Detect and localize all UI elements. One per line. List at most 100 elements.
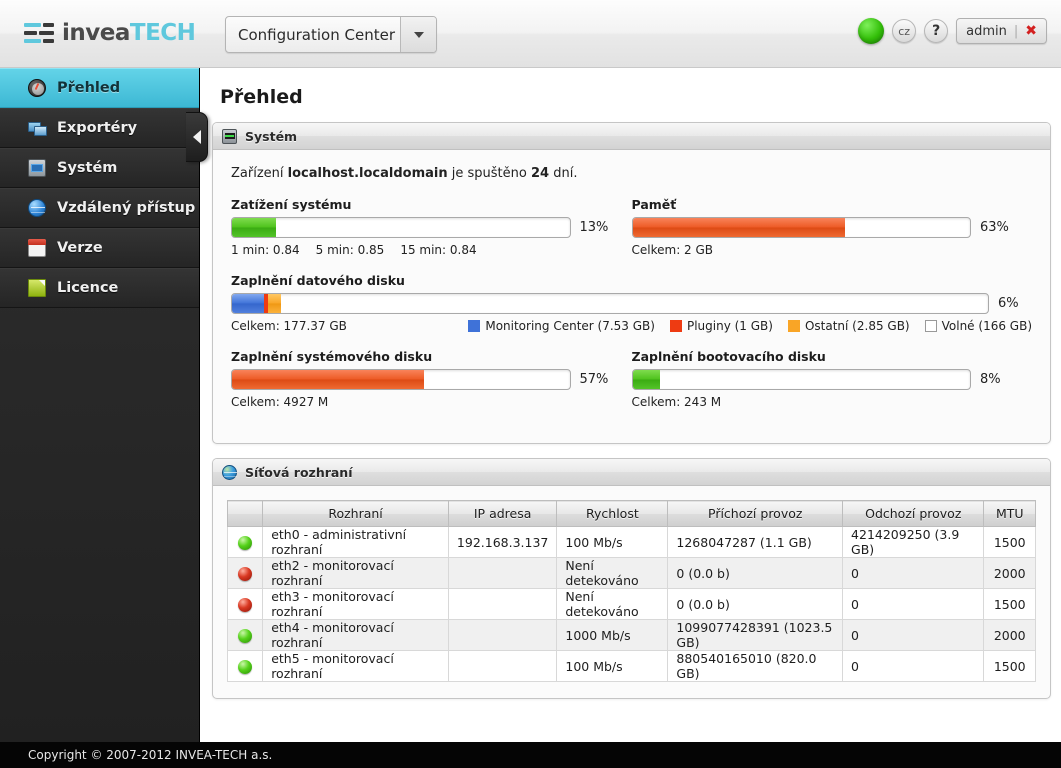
- sidebar-item-label: Vzdálený přístup: [57, 200, 196, 216]
- user-name-label: admin: [966, 23, 1007, 39]
- memory-meter: Paměť 63% Celkem: 2 GB: [631, 197, 1015, 257]
- sidebar-item-vzdaleny-pristup[interactable]: Vzdálený přístup: [0, 188, 199, 228]
- cell-interface: eth4 - monitorovací rozhraní: [262, 619, 449, 651]
- cell-interface: eth2 - monitorovací rozhraní: [262, 557, 449, 589]
- table-row[interactable]: eth4 - monitorovací rozhraní 1000 Mb/s 109…: [226, 619, 1036, 651]
- exporters-icon: [28, 119, 47, 137]
- meters-row-1: Zatížení systému 13% 1 min: 0.84 5 min: …: [231, 197, 1032, 273]
- cell-ip: 192.168.3.137: [447, 526, 558, 558]
- table-row[interactable]: eth3 - monitorovací rozhraní Není detekov…: [226, 588, 1036, 620]
- network-table-wrapper: Rozhraní IP adresa Rychlost Příchozí pro…: [213, 486, 1050, 698]
- load-avg-15min: 15 min: 0.84: [400, 243, 477, 257]
- cell-status: [226, 526, 264, 558]
- boot-disk-fill: [632, 370, 660, 389]
- invea-logo-icon: [24, 22, 54, 44]
- legend-swatch-amber: [787, 320, 800, 332]
- calendar-icon: [28, 239, 46, 257]
- cell-status: [226, 619, 264, 651]
- sidebar-item-licence[interactable]: Licence: [0, 268, 199, 308]
- user-menu[interactable]: admin | ✖: [956, 18, 1047, 44]
- system-disk-column: Zaplnění systémového disku 57% Celkem: 4…: [231, 349, 632, 425]
- cell-tx: 0: [842, 588, 985, 620]
- data-disk-percent: 6%: [998, 296, 1019, 311]
- network-panel-title: Síťová rozhraní: [245, 464, 353, 480]
- brand-name-first: invea: [62, 20, 130, 46]
- meters-row-3: Zaplnění systémového disku 57% Celkem: 4…: [231, 349, 1032, 425]
- cell-speed: 1000 Mb/s: [556, 619, 669, 651]
- device-uptime-days: 24: [530, 166, 550, 181]
- device-middle: je spuštěno: [447, 166, 531, 181]
- app-selector-dropdown[interactable]: Configuration Center: [225, 16, 437, 53]
- cell-tx: 0: [842, 557, 985, 589]
- system-monitor-icon: [28, 159, 46, 177]
- globe-icon: [222, 464, 237, 480]
- device-uptime-line: Zařízení localhost.localdomain je spuště…: [231, 166, 1032, 181]
- logout-icon[interactable]: ✖: [1025, 23, 1037, 39]
- gauge-icon: [28, 79, 46, 97]
- sidebar-item-label: Verze: [57, 240, 103, 256]
- sidebar-item-label: Přehled: [57, 80, 121, 96]
- column-header-interface: Rozhraní: [262, 500, 449, 527]
- memory-label: Paměť: [631, 197, 677, 212]
- sidebar-collapse-handle[interactable]: [186, 112, 208, 162]
- system-disk-meter: Zaplnění systémového disku 57% Celkem: 4…: [231, 349, 614, 409]
- page-title: Přehled: [220, 86, 303, 108]
- cell-mtu: 2000: [983, 557, 1036, 589]
- system-load-percent: 13%: [579, 220, 609, 235]
- brand-wordmark: inveaTECH: [62, 20, 196, 46]
- cell-ip: [447, 557, 558, 589]
- data-disk-segment-monitoring-center: [232, 294, 265, 313]
- main-content: Přehled Systém Zařízení localhost.locald…: [200, 68, 1061, 742]
- legend-label: Volné (166 GB): [941, 319, 1032, 333]
- sidebar-navigation: Přehled Exportéry Systém Vzdálený přístu…: [0, 68, 200, 742]
- cell-tx: 4214209250 (3.9 GB): [842, 526, 985, 558]
- status-led-icon: [238, 535, 253, 550]
- memory-total: Celkem: 2 GB: [631, 243, 714, 257]
- legend-swatch-white: [924, 320, 937, 332]
- table-row[interactable]: eth2 - monitorovací rozhraní Není detekov…: [226, 557, 1036, 589]
- data-disk-total: Celkem: 177.37 GB: [231, 319, 347, 333]
- footer-bar: Copyright © 2007-2012 INVEA-TECH a.s.: [0, 742, 1061, 768]
- chevron-down-icon: [413, 31, 424, 38]
- legend-item-pluginy: Pluginy (1 GB): [669, 319, 773, 333]
- system-load-fill: [232, 218, 276, 237]
- app-selector-arrow[interactable]: [400, 17, 436, 52]
- cell-ip: [447, 650, 558, 682]
- system-status-indicator: [858, 18, 885, 44]
- cell-speed: Není detekováno: [556, 588, 669, 620]
- system-disk-label: Zaplnění systémového disku: [231, 349, 433, 364]
- column-header-mtu: MTU: [983, 500, 1036, 527]
- memory-meter-column: Paměť 63% Celkem: 2 GB: [631, 197, 1033, 273]
- memory-fill: [632, 218, 846, 237]
- cell-rx: 1268047287 (1.1 GB): [667, 526, 844, 558]
- load-avg-1min: 1 min: 0.84: [231, 243, 300, 257]
- legend-item-monitoring-center: Monitoring Center (7.53 GB): [468, 319, 655, 333]
- cell-speed: 100 Mb/s: [556, 526, 669, 558]
- sidebar-item-exportery[interactable]: Exportéry: [0, 108, 199, 148]
- data-disk-label: Zaplnění datového disku: [231, 273, 405, 288]
- brand-name-second: TECH: [129, 20, 196, 46]
- network-panel-header: Síťová rozhraní: [213, 459, 1050, 486]
- sidebar-item-verze[interactable]: Verze: [0, 228, 199, 268]
- help-button[interactable]: ?: [924, 19, 949, 43]
- sidebar-item-system[interactable]: Systém: [0, 148, 199, 188]
- cell-status: [226, 588, 264, 620]
- status-led-icon: [238, 659, 253, 674]
- language-button[interactable]: cz: [892, 19, 917, 43]
- legend-label: Pluginy (1 GB): [686, 319, 773, 333]
- device-suffix: dní.: [549, 166, 578, 181]
- system-panel-header: Systém: [213, 123, 1050, 150]
- boot-disk-column: Zaplnění bootovacího disku 8% Celkem: 24…: [631, 349, 1033, 425]
- legend-item-volne: Volné (166 GB): [924, 319, 1032, 333]
- device-prefix: Zařízení: [231, 166, 288, 181]
- sidebar-item-prehled[interactable]: Přehled: [0, 68, 199, 108]
- cell-tx: 0: [842, 650, 985, 682]
- data-disk-meter: Zaplnění datového disku 6% Celkem: 177.3…: [231, 273, 1032, 333]
- brand-logo: inveaTECH: [24, 20, 196, 46]
- table-row[interactable]: eth5 - monitorovací rozhraní 100 Mb/s 8805…: [226, 650, 1036, 682]
- device-hostname: localhost.localdomain: [287, 166, 448, 181]
- globe-icon: [28, 199, 46, 217]
- table-row[interactable]: eth0 - administrativní rozhraní 192.168.3…: [226, 526, 1036, 558]
- copyright-text: Copyright © 2007-2012 INVEA-TECH a.s.: [28, 748, 273, 762]
- cell-interface: eth3 - monitorovací rozhraní: [262, 588, 449, 620]
